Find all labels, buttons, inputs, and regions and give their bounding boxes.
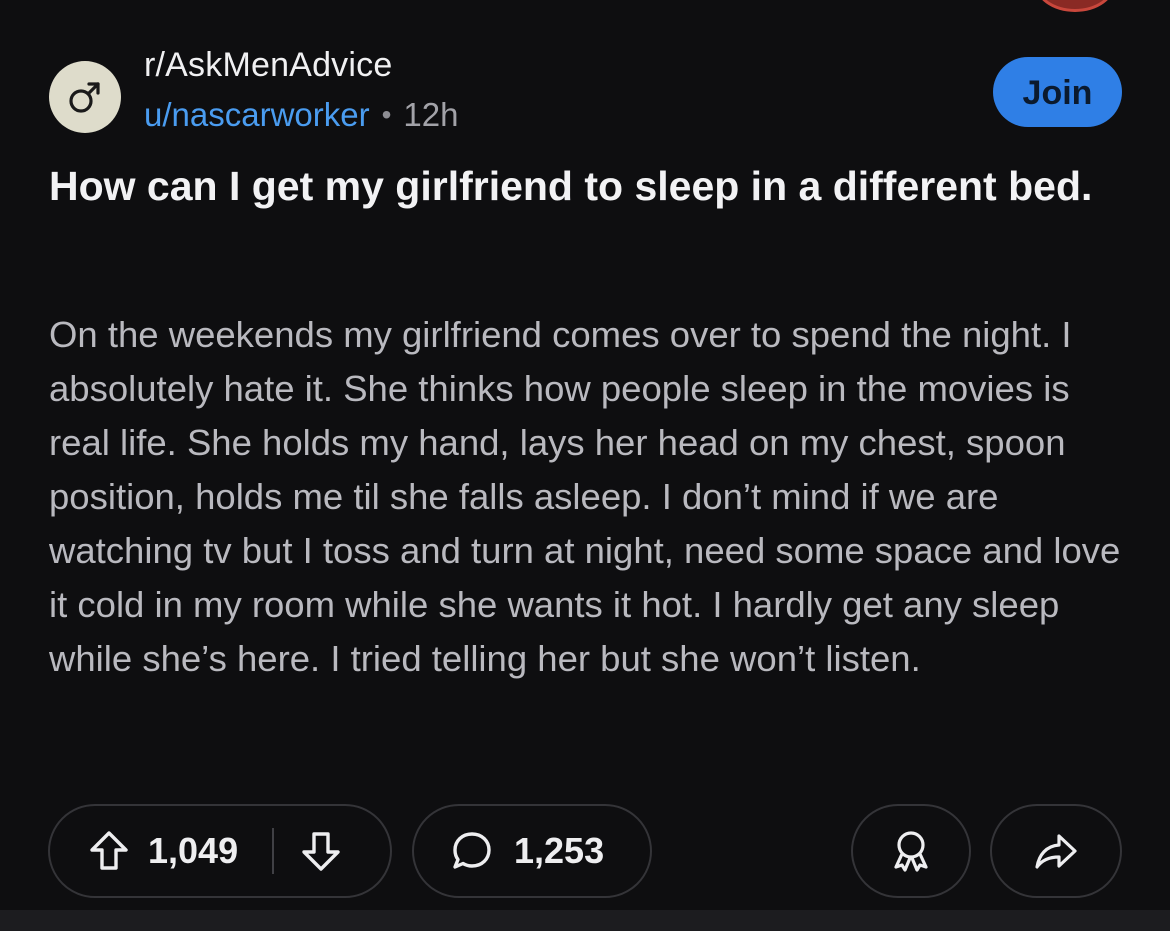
subreddit-avatar[interactable] (49, 61, 121, 133)
comment-count: 1,253 (514, 830, 605, 871)
post-age: 12h (403, 96, 459, 133)
vote-divider (272, 828, 275, 874)
arrow-down-icon[interactable] (298, 828, 344, 874)
author-link[interactable]: u/nascarworker (144, 96, 370, 134)
subreddit-name[interactable]: r/AskMenAdvice (144, 46, 392, 85)
user-avatar-peek[interactable] (1034, 0, 1116, 12)
post-body: On the weekends my girlfriend comes over… (49, 314, 1121, 679)
award-button[interactable] (851, 804, 971, 898)
award-ribbon-icon (887, 827, 935, 875)
meta-separator: • (381, 99, 392, 130)
arrow-up-icon[interactable] (86, 828, 132, 874)
post-meta: u/nascarworker • 12h (144, 96, 458, 134)
vote-controls: 1,049 (48, 804, 392, 898)
share-arrow-icon (1032, 827, 1080, 875)
post-title: How can I get my girlfriend to sleep in … (49, 163, 1093, 209)
comments-button[interactable]: 1,253 (412, 804, 652, 898)
bottom-bar (0, 910, 1170, 931)
share-button[interactable] (990, 804, 1122, 898)
male-symbol-icon (65, 77, 105, 117)
upvote-count: 1,049 (148, 830, 239, 871)
speech-bubble-icon (450, 829, 494, 873)
join-button[interactable]: Join (993, 57, 1122, 127)
